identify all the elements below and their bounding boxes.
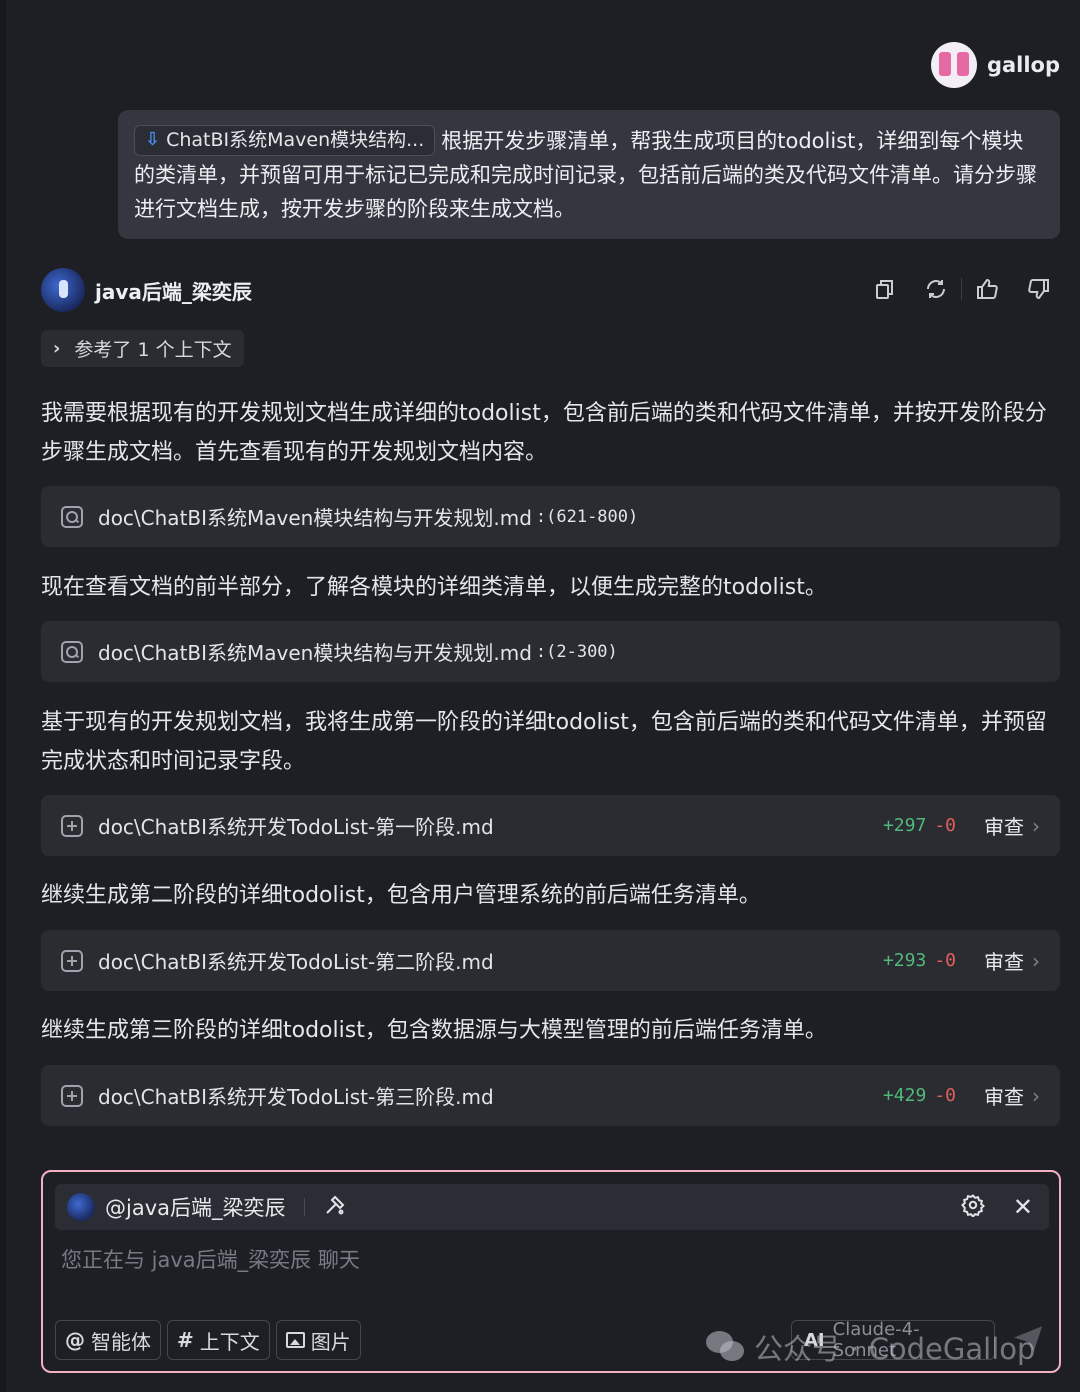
lines-added: +293 bbox=[882, 950, 927, 971]
file-path: doc\ChatBI系统开发TodoList-第二阶段.md bbox=[98, 950, 494, 974]
assistant-text: 我需要根据现有的开发规划文档生成详细的todolist，包含前后端的类和代码文件… bbox=[41, 401, 1047, 465]
chevron-right-icon: › bbox=[53, 338, 61, 359]
mention-agent-label: 智能体 bbox=[91, 1329, 151, 1354]
file-path: doc\ChatBI系统Maven模块结构与开发规划.md bbox=[98, 506, 532, 530]
close-icon[interactable]: ✕ bbox=[1013, 1193, 1033, 1221]
references-label: 参考了 1 个上下文 bbox=[74, 339, 232, 361]
lines-added: +297 bbox=[882, 815, 927, 836]
chevron-right-icon: › bbox=[1032, 1083, 1040, 1108]
file-change-card[interactable]: doc\ChatBI系统开发TodoList-第二阶段.md +293 -0 审… bbox=[41, 930, 1060, 991]
assistant-text: 继续生成第二阶段的详细todolist，包含用户管理系统的前后端任务清单。 bbox=[41, 883, 761, 908]
review-button[interactable]: 审查 › bbox=[984, 946, 1040, 975]
user-avatar bbox=[930, 42, 977, 88]
user-header: gallop bbox=[930, 42, 1060, 88]
line-range: :(2-300) bbox=[535, 641, 618, 662]
search-file-icon bbox=[61, 640, 83, 663]
review-button[interactable]: 审查 › bbox=[984, 811, 1040, 840]
assistant-text: 基于现有的开发规划文档，我将生成第一阶段的详细todolist，包含前后端的类和… bbox=[41, 710, 1047, 774]
agent-divider bbox=[303, 1198, 305, 1216]
add-file-icon bbox=[61, 949, 83, 972]
context-file-label: ChatBI系统Maven模块结构... bbox=[166, 129, 425, 151]
actions-divider bbox=[961, 278, 962, 300]
chevron-right-icon: › bbox=[1032, 948, 1040, 973]
assistant-text: 继续生成第三阶段的详细todolist，包含数据源与大模型管理的前后端任务清单。 bbox=[41, 1018, 827, 1043]
tools-hammer-icon[interactable] bbox=[323, 1193, 347, 1221]
copy-icon[interactable] bbox=[871, 276, 897, 302]
add-image-button[interactable]: 图片 bbox=[275, 1320, 361, 1360]
arrow-down-icon: ⇩ bbox=[145, 129, 161, 150]
hash-icon: # bbox=[177, 1328, 194, 1352]
agent-avatar bbox=[67, 1193, 95, 1221]
lines-removed: -0 bbox=[934, 815, 956, 836]
thumbs-up-icon[interactable] bbox=[974, 276, 1000, 302]
assistant-header: java后端_梁奕辰 bbox=[41, 268, 252, 312]
image-icon bbox=[285, 1332, 305, 1348]
file-change-card[interactable]: doc\ChatBI系统开发TodoList-第三阶段.md +429 -0 审… bbox=[41, 1065, 1060, 1126]
assistant-text: 现在查看文档的前半部分，了解各模块的详细类清单，以便生成完整的todolist。 bbox=[41, 575, 827, 600]
review-button[interactable]: 审查 › bbox=[984, 1081, 1040, 1110]
line-range: :(621-800) bbox=[535, 506, 639, 527]
lines-removed: -0 bbox=[934, 1085, 956, 1106]
agent-selector-bar: @java后端_梁奕辰 ✕ bbox=[55, 1184, 1049, 1230]
at-icon: @ bbox=[65, 1328, 85, 1352]
lines-added: +429 bbox=[882, 1085, 927, 1106]
refresh-icon[interactable] bbox=[923, 276, 949, 302]
file-change-card[interactable]: doc\ChatBI系统开发TodoList-第一阶段.md +297 -0 审… bbox=[41, 795, 1060, 856]
file-read-card[interactable]: doc\ChatBI系统Maven模块结构与开发规划.md :(621-800) bbox=[41, 486, 1060, 547]
file-path: doc\ChatBI系统Maven模块结构与开发规划.md bbox=[98, 641, 532, 665]
settings-gear-icon[interactable] bbox=[961, 1193, 985, 1221]
review-label: 审查 bbox=[984, 950, 1024, 974]
review-label: 审查 bbox=[984, 815, 1024, 839]
input-placeholder[interactable]: 您正在与 java后端_梁奕辰 聊天 bbox=[61, 1244, 360, 1274]
input-toolbar: @ 智能体 # 上下文 图片 bbox=[55, 1320, 361, 1360]
user-name: gallop bbox=[986, 53, 1060, 77]
chevron-right-icon: › bbox=[1032, 813, 1040, 838]
file-read-card[interactable]: doc\ChatBI系统Maven模块结构与开发规划.md :(2-300) bbox=[41, 621, 1060, 682]
add-context-button[interactable]: # 上下文 bbox=[167, 1320, 270, 1360]
add-file-icon bbox=[61, 814, 83, 837]
context-file-chip[interactable]: ⇩ ChatBI系统Maven模块结构... bbox=[134, 124, 436, 156]
file-path: doc\ChatBI系统开发TodoList-第一阶段.md bbox=[98, 815, 494, 839]
add-image-label: 图片 bbox=[310, 1329, 351, 1354]
watermark-text: 公众号 · CodeGallop bbox=[754, 1332, 1036, 1366]
wechat-icon bbox=[706, 1331, 746, 1363]
mention-agent-button[interactable]: @ 智能体 bbox=[55, 1320, 161, 1360]
references-toggle[interactable]: › 参考了 1 个上下文 bbox=[41, 330, 244, 367]
file-path: doc\ChatBI系统开发TodoList-第三阶段.md bbox=[98, 1085, 494, 1109]
add-context-label: 上下文 bbox=[199, 1329, 260, 1354]
watermark: 公众号 · CodeGallop bbox=[706, 1326, 1035, 1368]
assistant-avatar bbox=[41, 268, 85, 312]
message-actions bbox=[871, 276, 1052, 302]
add-file-icon bbox=[61, 1084, 83, 1107]
lines-removed: -0 bbox=[934, 950, 956, 971]
user-message-bubble: ⇩ ChatBI系统Maven模块结构... 根据开发步骤清单，帮我生成项目的tod… bbox=[118, 110, 1060, 239]
search-file-icon bbox=[61, 505, 83, 528]
agent-mention[interactable]: @java后端_梁奕辰 bbox=[105, 1192, 286, 1222]
thumbs-down-icon[interactable] bbox=[1026, 276, 1052, 302]
review-label: 审查 bbox=[984, 1085, 1024, 1109]
assistant-name: java后端_梁奕辰 bbox=[95, 279, 252, 304]
